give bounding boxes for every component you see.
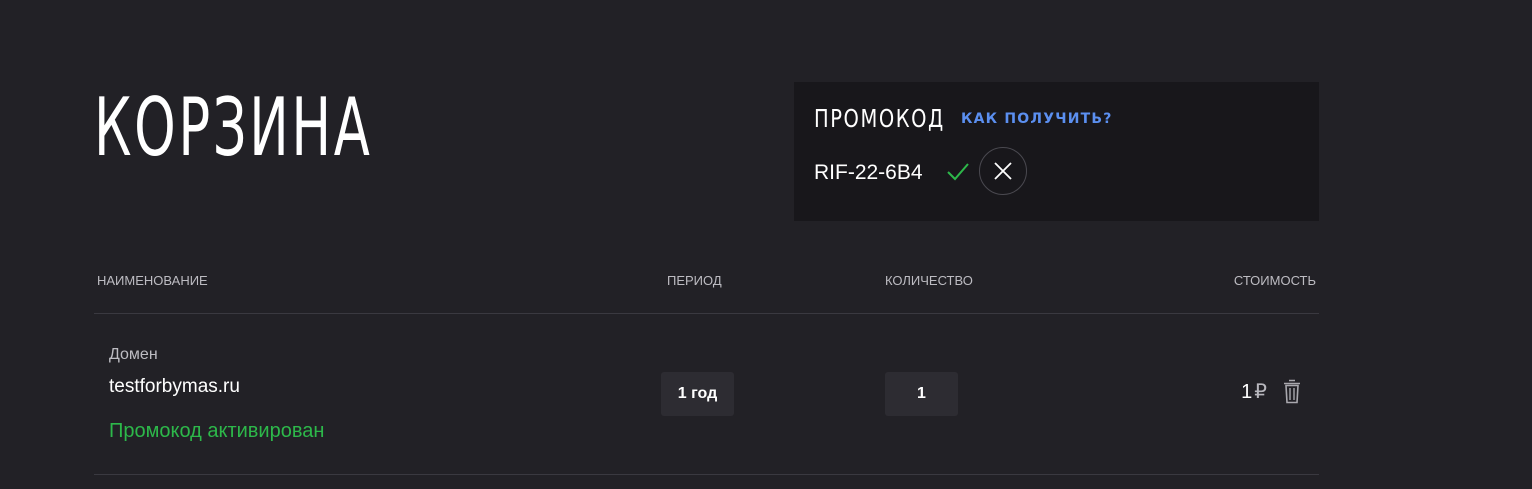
- promo-code-panel: ПРОМОКОД КАК ПОЛУЧИТЬ? RIF-22-6B4: [794, 82, 1319, 221]
- column-header-cost: СТОИМОСТЬ: [1233, 273, 1316, 288]
- check-icon: [947, 163, 969, 181]
- clear-promo-button[interactable]: [979, 147, 1027, 195]
- period-select[interactable]: 1 год: [661, 372, 734, 416]
- item-price: 1 ₽: [1200, 379, 1267, 405]
- promo-activated-status: Промокод активирован: [109, 420, 325, 442]
- price-value: 1: [1241, 381, 1253, 403]
- item-type: Домен: [109, 346, 158, 363]
- page-title: КОРЗИНА: [94, 81, 373, 174]
- promo-code-value: RIF-22-6B4: [814, 161, 923, 184]
- item-name: testforbymas.ru: [109, 376, 240, 397]
- column-header-name: НАИМЕНОВАНИЕ: [97, 273, 208, 288]
- table-divider-bottom: [94, 474, 1319, 475]
- currency-symbol: ₽: [1254, 381, 1267, 403]
- trash-icon[interactable]: [1283, 379, 1301, 404]
- promo-help-link[interactable]: КАК ПОЛУЧИТЬ?: [961, 110, 1113, 128]
- column-header-quantity: КОЛИЧЕСТВО: [885, 273, 973, 288]
- column-header-period: ПЕРИОД: [667, 273, 722, 288]
- table-divider-top: [94, 313, 1319, 314]
- promo-label: ПРОМОКОД: [814, 104, 945, 133]
- quantity-field[interactable]: 1: [885, 372, 958, 416]
- cart-page: КОРЗИНА ПРОМОКОД КАК ПОЛУЧИТЬ? RIF-22-6B…: [0, 0, 1532, 489]
- close-icon: [994, 162, 1012, 180]
